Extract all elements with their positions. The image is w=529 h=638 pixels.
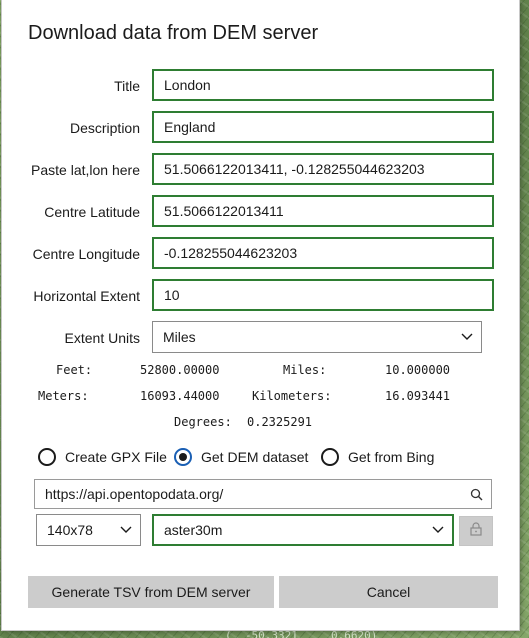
- radio-selected-icon: [174, 448, 192, 466]
- dataset-dropdown[interactable]: aster30m: [152, 514, 454, 546]
- dialog-title: Download data from DEM server: [28, 22, 319, 44]
- extent-units-label: Extent Units: [64, 330, 140, 346]
- radio-circle-icon: [38, 448, 56, 466]
- degrees-label: Degrees:: [174, 415, 232, 429]
- centre-longitude-input[interactable]: -0.128255044623203: [152, 237, 494, 269]
- kilometers-value: 16.093441: [385, 389, 451, 403]
- server-url-input[interactable]: https://api.opentopodata.org/: [34, 479, 492, 509]
- radio-get-dem-dataset[interactable]: Get DEM dataset: [174, 446, 308, 468]
- title-input[interactable]: London: [152, 69, 494, 101]
- feet-value: 52800.00000: [140, 363, 220, 377]
- radio-get-dem-label: Get DEM dataset: [201, 449, 309, 465]
- cancel-button[interactable]: Cancel: [279, 576, 498, 608]
- radio-get-from-bing[interactable]: Get from Bing: [321, 446, 434, 468]
- server-url-value: https://api.opentopodata.org/: [45, 486, 224, 502]
- chevron-down-icon: [120, 515, 132, 545]
- lock-icon: [470, 521, 482, 541]
- kilometers-label: Kilometers:: [252, 389, 332, 403]
- horizontal-extent-label: Horizontal Extent: [33, 288, 140, 304]
- dataset-value: aster30m: [164, 522, 223, 538]
- extent-units-dropdown[interactable]: Miles: [152, 321, 482, 353]
- centre-latitude-input[interactable]: 51.5066122013411: [152, 195, 494, 227]
- search-icon[interactable]: [470, 480, 483, 508]
- resolution-value: 140x78: [47, 522, 93, 538]
- horizontal-extent-input[interactable]: 10: [152, 279, 494, 311]
- extent-units-value: Miles: [163, 329, 196, 345]
- radio-circle-icon: [321, 448, 339, 466]
- miles-label: Miles:: [283, 363, 327, 377]
- feet-label: Feet:: [56, 363, 93, 377]
- centre-longitude-label: Centre Longitude: [32, 246, 140, 262]
- paste-latlon-label: Paste lat,lon here: [31, 162, 140, 178]
- paste-latlon-input[interactable]: 51.5066122013411, -0.128255044623203: [152, 153, 494, 185]
- description-label: Description: [69, 120, 140, 136]
- description-input[interactable]: England: [152, 111, 494, 143]
- radio-create-gpx-file[interactable]: Create GPX File: [38, 446, 167, 468]
- miles-value: 10.000000: [385, 363, 451, 377]
- meters-label: Meters:: [38, 389, 89, 403]
- meters-value: 16093.44000: [140, 389, 220, 403]
- degrees-value: 0.2325291: [247, 415, 313, 429]
- map-coordinate-readout: ( -50.3321 0.6620): [225, 629, 378, 638]
- centre-latitude-label: Centre Latitude: [44, 204, 140, 220]
- title-label: Title: [114, 78, 140, 94]
- lock-button[interactable]: [459, 516, 493, 546]
- chevron-down-icon: [461, 322, 473, 352]
- radio-create-gpx-label: Create GPX File: [65, 449, 167, 465]
- radio-get-bing-label: Get from Bing: [348, 449, 435, 465]
- generate-tsv-button[interactable]: Generate TSV from DEM server: [28, 576, 274, 608]
- resolution-dropdown[interactable]: 140x78: [36, 514, 141, 546]
- download-dem-dialog: Download data from DEM server Title Lond…: [2, 0, 519, 630]
- chevron-down-icon: [432, 516, 444, 544]
